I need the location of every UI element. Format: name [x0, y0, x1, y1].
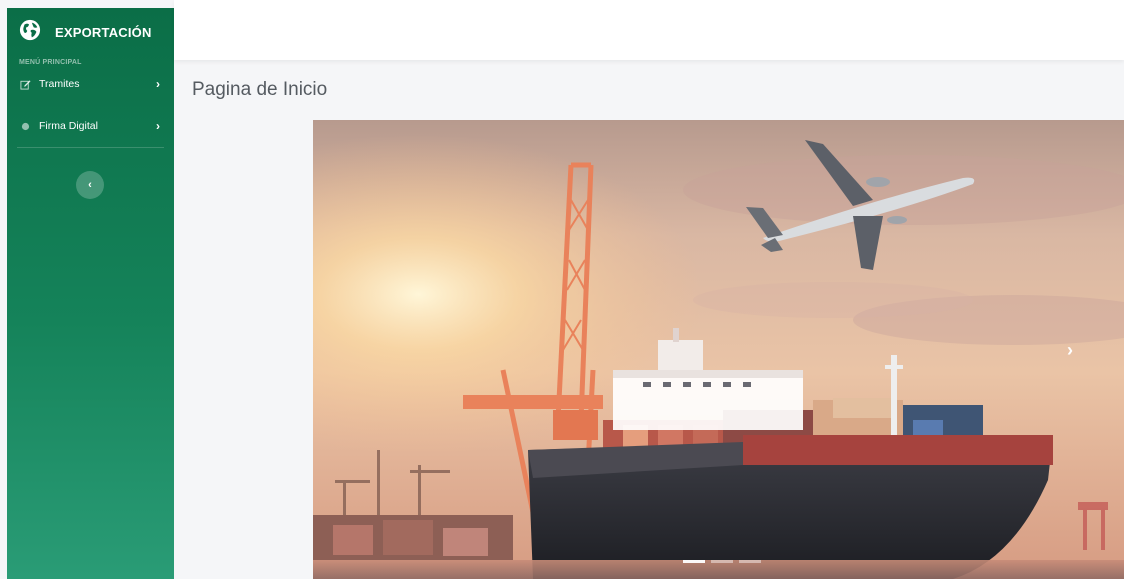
chevron-right-icon: › — [156, 119, 160, 133]
page-title: Pagina de Inicio — [192, 79, 328, 100]
chevron-left-icon: ‹ — [88, 179, 92, 191]
sidebar-item-tramites[interactable]: Tramites › — [7, 69, 174, 99]
edit-icon — [19, 78, 31, 90]
sidebar-item-label: Firma Digital — [39, 120, 98, 132]
sidebar-collapse-button[interactable]: ‹ — [76, 171, 104, 199]
carousel-indicator[interactable] — [711, 560, 733, 563]
globe-icon — [19, 19, 41, 46]
dot-icon — [19, 120, 31, 132]
section-label: MENÚ PRINCIPAL — [19, 59, 82, 66]
carousel-indicator[interactable] — [739, 560, 761, 563]
sidebar-item-label: Tramites — [39, 78, 80, 90]
brand[interactable]: EXPORTACIÓN — [7, 8, 174, 57]
carousel-indicators — [683, 560, 761, 563]
chevron-right-icon: › — [156, 77, 160, 91]
sidebar-item-firma-digital[interactable]: Firma Digital › — [7, 111, 174, 141]
carousel-slide-image — [313, 120, 1124, 579]
image-carousel[interactable]: › — [313, 120, 1124, 579]
sidebar-divider — [17, 147, 164, 148]
sidebar: EXPORTACIÓN MENÚ PRINCIPAL Tramites › Fi… — [7, 8, 174, 579]
top-navbar — [174, 0, 1124, 60]
carousel-indicator[interactable] — [683, 560, 705, 563]
carousel-next-button[interactable]: › — [1060, 340, 1080, 364]
brand-title: EXPORTACIÓN — [55, 25, 152, 40]
